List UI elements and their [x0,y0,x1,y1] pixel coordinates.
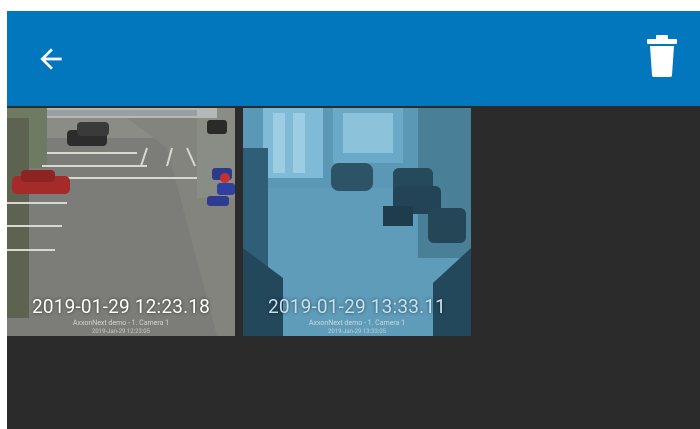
snapshot-thumbnail-selected[interactable]: 2019-01-29 13:33.11 AxxonNext demo - 1. … [243,108,471,336]
snapshot-timestamp: 2019-01-29 13:33.11 [267,295,447,318]
camera-label: AxxonNext demo - 1. Camera 1 [72,319,170,327]
camera-label: AxxonNext demo - 1. Camera 1 [308,319,406,327]
delete-button[interactable] [642,31,682,81]
camera-sublabel: 2019-Jan-29 12:23:05 [91,328,151,335]
trash-icon [647,35,677,77]
app-screen: 2019-01-29 12:23.18 AxxonNext demo - 1. … [7,11,700,429]
arrow-back-icon [40,48,62,70]
snapshot-thumbnail[interactable]: 2019-01-29 12:23.18 AxxonNext demo - 1. … [7,108,235,336]
camera-sublabel: 2019-Jan-29 13:33:05 [327,328,387,335]
snapshot-grid: 2019-01-29 12:23.18 AxxonNext demo - 1. … [7,108,700,338]
back-button[interactable] [31,39,71,79]
app-bar [7,11,700,106]
snapshot-timestamp: 2019-01-29 12:23.18 [31,295,211,318]
